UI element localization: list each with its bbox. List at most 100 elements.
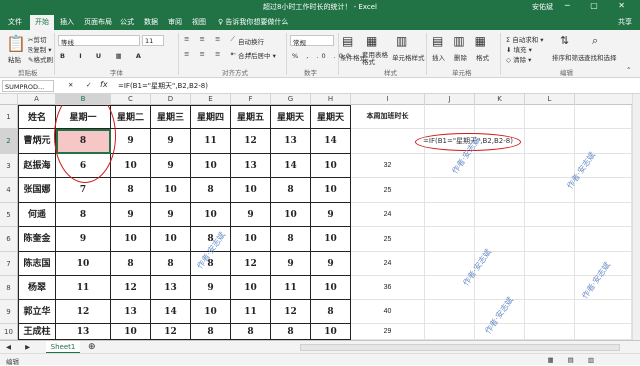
tab-file[interactable]: 文件: [8, 17, 22, 27]
name-cell[interactable]: 曹炳元: [18, 129, 56, 154]
name-cell[interactable]: 王成柱: [18, 324, 56, 340]
overtime-cell[interactable]: 32: [351, 154, 425, 178]
name-cell[interactable]: 陈奎金: [18, 227, 56, 252]
empty-cell[interactable]: [575, 300, 632, 324]
value-cell[interactable]: 10: [111, 227, 151, 252]
insert-cells-button[interactable]: 插入: [432, 52, 445, 62]
name-cell[interactable]: 何遥: [18, 203, 56, 227]
row-header-4[interactable]: 4: [0, 178, 18, 203]
header-cell[interactable]: 星期三: [151, 105, 191, 129]
overtime-cell[interactable]: 40: [351, 300, 425, 324]
header-cell[interactable]: 姓名: [18, 105, 56, 129]
row-header-3[interactable]: 3: [0, 154, 18, 178]
find-select-icon[interactable]: ⌕: [592, 34, 598, 48]
name-cell[interactable]: 张国娜: [18, 178, 56, 203]
format-painter-button[interactable]: ✎格式刷: [28, 54, 53, 64]
empty-cell[interactable]: [425, 324, 475, 340]
empty-cell[interactable]: [475, 154, 525, 178]
vertical-scrollbar[interactable]: [632, 94, 640, 340]
column-header-J[interactable]: J: [425, 94, 475, 105]
merge-center-button[interactable]: 合并后居中 ▾: [238, 50, 276, 60]
value-cell[interactable]: 8: [271, 227, 311, 252]
overtime-cell[interactable]: 24: [351, 252, 425, 276]
window-controls[interactable]: ─ ▢ ✕: [565, 1, 634, 10]
value-cell[interactable]: 10: [271, 203, 311, 227]
value-cell[interactable]: 13: [231, 154, 271, 178]
header-cell[interactable]: 星期天: [311, 105, 351, 129]
value-cell[interactable]: 9: [151, 203, 191, 227]
clear-button[interactable]: ◇ 清除 ▾: [506, 54, 531, 64]
column-header-B[interactable]: B: [56, 94, 111, 105]
user-name[interactable]: 安佑斌: [532, 2, 553, 12]
tab-page-layout[interactable]: 页面布局: [84, 17, 112, 27]
value-cell[interactable]: 13: [56, 324, 111, 340]
tab-home[interactable]: 开始: [30, 15, 54, 30]
value-cell[interactable]: 8: [231, 324, 271, 340]
share-button[interactable]: 共享: [618, 17, 632, 27]
empty-cell[interactable]: [425, 300, 475, 324]
value-cell[interactable]: 10: [311, 276, 351, 300]
name-cell[interactable]: 郭立华: [18, 300, 56, 324]
table-format-button[interactable]: 套用表格格式: [362, 52, 388, 66]
header-cell[interactable]: 星期天: [271, 105, 311, 129]
row-header-8[interactable]: 8: [0, 276, 18, 300]
empty-cell[interactable]: [525, 300, 575, 324]
tab-view[interactable]: 视图: [192, 17, 206, 27]
collapse-ribbon-icon[interactable]: ⌃: [626, 66, 631, 74]
value-cell[interactable]: 8: [111, 252, 151, 276]
header-cell[interactable]: 星期四: [191, 105, 231, 129]
empty-cell[interactable]: [525, 203, 575, 227]
tab-insert[interactable]: 插入: [60, 17, 74, 27]
value-cell[interactable]: 10: [151, 227, 191, 252]
font-name-select[interactable]: 等线: [58, 35, 140, 47]
view-buttons[interactable]: ▦ ▤ ▥: [547, 356, 600, 364]
paste-button[interactable]: 粘贴: [8, 54, 21, 64]
value-cell[interactable]: 12: [231, 129, 271, 154]
empty-cell[interactable]: [425, 227, 475, 252]
value-cell[interactable]: 8: [111, 178, 151, 203]
overtime-cell[interactable]: 25: [351, 227, 425, 252]
autosum-button[interactable]: Σ 自动求和 ▾: [506, 34, 544, 44]
value-cell[interactable]: 10: [191, 203, 231, 227]
empty-cell[interactable]: [425, 178, 475, 203]
value-cell[interactable]: 11: [271, 276, 311, 300]
value-cell[interactable]: 10: [111, 154, 151, 178]
empty-cell[interactable]: [425, 105, 475, 129]
empty-cell[interactable]: [575, 178, 632, 203]
enter-icon[interactable]: ✓: [86, 81, 91, 89]
value-cell[interactable]: 10: [231, 178, 271, 203]
empty-cell[interactable]: [575, 129, 632, 154]
value-cell[interactable]: 12: [111, 276, 151, 300]
value-cell[interactable]: 9: [151, 129, 191, 154]
fx-icon[interactable]: fx: [100, 80, 108, 89]
cancel-icon[interactable]: ✕: [68, 81, 73, 89]
value-cell[interactable]: 9: [231, 203, 271, 227]
column-header-K[interactable]: K: [475, 94, 525, 105]
column-header-I[interactable]: I: [351, 94, 425, 105]
header-cell[interactable]: 星期五: [231, 105, 271, 129]
column-header-F[interactable]: F: [231, 94, 271, 105]
column-header-A[interactable]: A: [18, 94, 56, 105]
value-cell[interactable]: 8: [271, 178, 311, 203]
empty-cell[interactable]: [575, 324, 632, 340]
overtime-cell[interactable]: 25: [351, 178, 425, 203]
value-cell[interactable]: 13: [271, 129, 311, 154]
column-header-L[interactable]: L: [525, 94, 575, 105]
number-format-select[interactable]: 常规: [290, 35, 334, 47]
name-cell[interactable]: 杨翠: [18, 276, 56, 300]
row-header-9[interactable]: 9: [0, 300, 18, 324]
empty-cell[interactable]: [525, 276, 575, 300]
empty-cell[interactable]: [525, 129, 575, 154]
value-cell[interactable]: 10: [231, 227, 271, 252]
row-header-7[interactable]: 7: [0, 252, 18, 276]
sort-filter-icon[interactable]: ⇅: [560, 34, 569, 47]
wrap-text-button[interactable]: 自动换行: [238, 36, 264, 46]
header-cell[interactable]: 星期二: [111, 105, 151, 129]
value-cell[interactable]: 12: [151, 324, 191, 340]
value-cell[interactable]: 8: [151, 252, 191, 276]
empty-cell[interactable]: [525, 324, 575, 340]
overtime-header-cell[interactable]: 本周加班时长: [351, 105, 425, 129]
conditional-format-icon[interactable]: ▤: [342, 34, 353, 48]
value-cell[interactable]: 11: [191, 129, 231, 154]
value-cell[interactable]: 9: [271, 252, 311, 276]
